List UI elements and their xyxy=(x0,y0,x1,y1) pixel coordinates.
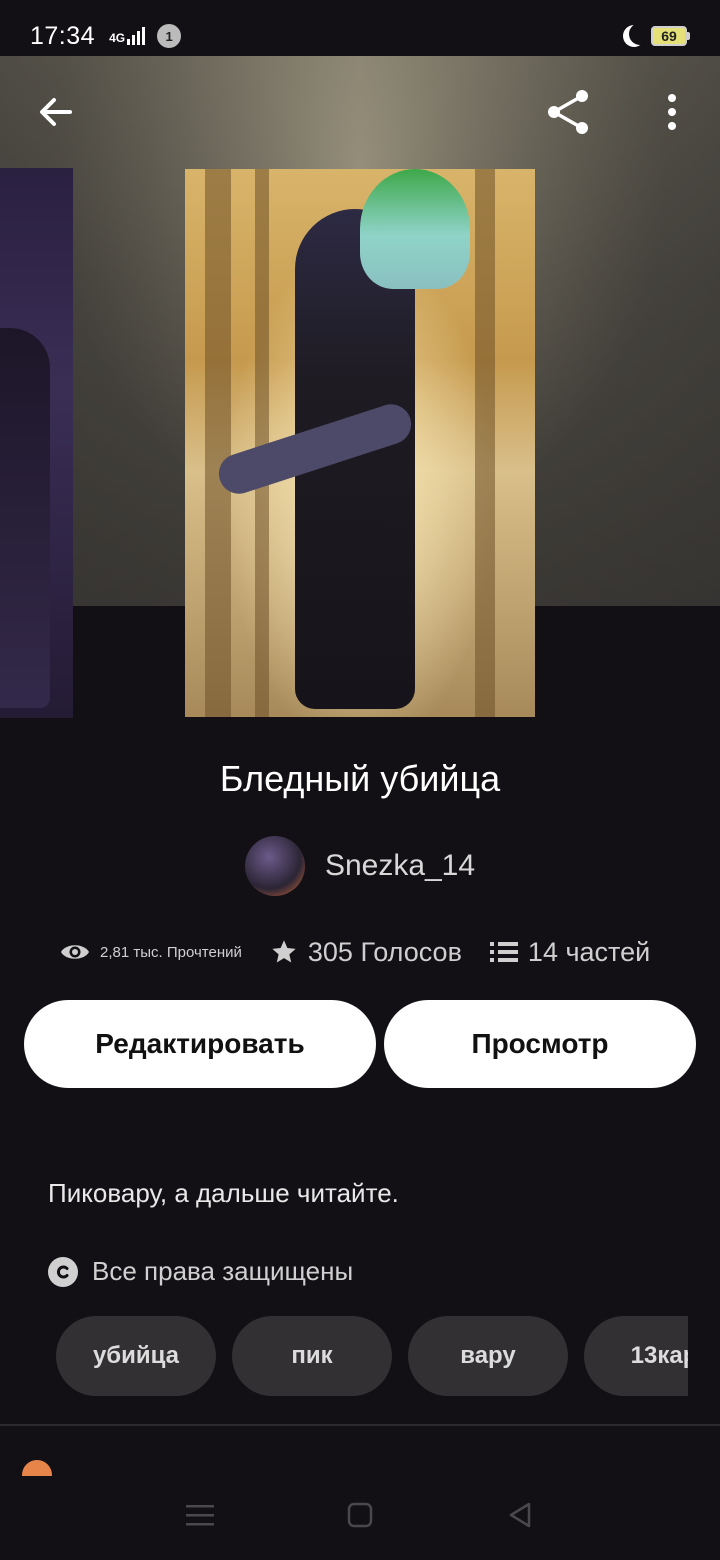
top-bar xyxy=(0,72,720,152)
more-options-button[interactable] xyxy=(640,80,704,144)
battery-icon: 69 xyxy=(651,26,690,46)
votes-stat: 305 Голосов xyxy=(270,937,462,968)
status-time: 17:34 xyxy=(30,21,96,50)
square-icon xyxy=(347,1502,373,1528)
story-title: Бледный убийца xyxy=(219,758,501,799)
share-button[interactable] xyxy=(536,80,600,144)
story-description: Пиковару, а дальше читайте. xyxy=(48,1178,399,1208)
network-type: 4G xyxy=(109,31,126,45)
story-stats: 2,81 тыс. Прочтений 305 Голосов 14 часте… xyxy=(60,930,680,974)
copyright-row: Все права защищены xyxy=(48,1256,353,1287)
arrow-left-icon xyxy=(40,98,72,126)
author-avatar[interactable] xyxy=(244,836,305,896)
cover-character-rider xyxy=(360,169,470,289)
tag-list[interactable]: убийца пик вару 13кар xyxy=(56,1316,688,1396)
votes-count: 305 Голосов xyxy=(307,936,462,967)
parts-count: 14 частей xyxy=(527,936,651,967)
copyright-text: Все права защищены xyxy=(92,1256,354,1286)
back-button[interactable] xyxy=(24,80,88,144)
reads-count: 2,81 тыс. Прочтений xyxy=(100,943,242,961)
triangle-back-icon xyxy=(509,1502,531,1528)
system-nav-bar xyxy=(0,1470,720,1560)
recent-apps-button[interactable] xyxy=(170,1485,230,1545)
battery-level: 69 xyxy=(651,26,687,46)
story-cover[interactable] xyxy=(185,169,535,717)
copyright-icon xyxy=(48,1256,78,1287)
tag-chip[interactable]: пик xyxy=(232,1316,392,1396)
edit-button[interactable]: Редактировать xyxy=(24,1000,376,1088)
tag-chip[interactable]: вару xyxy=(408,1316,568,1396)
author-row[interactable]: Snezka_14 xyxy=(0,836,720,896)
preview-button[interactable]: Просмотр xyxy=(384,1000,696,1088)
section-divider xyxy=(0,1424,720,1426)
do-not-disturb-icon xyxy=(629,23,651,45)
more-vertical-icon xyxy=(668,94,676,130)
star-icon xyxy=(272,940,296,963)
share-icon xyxy=(548,90,588,134)
network-indicator: 4G xyxy=(109,27,146,45)
system-back-button[interactable] xyxy=(490,1485,550,1545)
menu-icon xyxy=(186,1505,214,1526)
author-name[interactable]: Snezka_14 xyxy=(325,849,475,883)
status-right: 69 xyxy=(621,25,690,47)
previous-story-cover[interactable] xyxy=(0,168,73,718)
tag-chip[interactable]: убийца xyxy=(56,1316,216,1396)
home-button[interactable] xyxy=(330,1485,390,1545)
notification-badge: 1 xyxy=(157,24,182,48)
eye-icon xyxy=(61,945,89,959)
signal-icon xyxy=(127,27,146,45)
reads-stat: 2,81 тыс. Прочтений xyxy=(60,941,242,963)
tag-chip[interactable]: 13кар xyxy=(584,1316,688,1396)
parts-stat: 14 частей xyxy=(489,936,651,968)
list-icon xyxy=(489,942,518,962)
